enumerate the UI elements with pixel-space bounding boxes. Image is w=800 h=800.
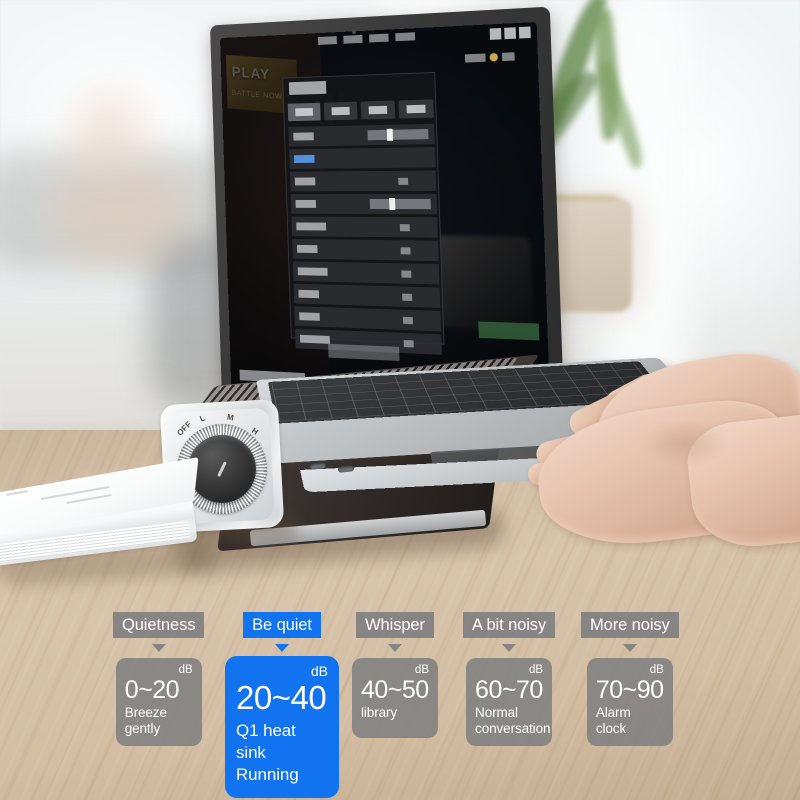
noise-description: Breeze gently	[124, 705, 167, 736]
noise-description: Alarm clock	[595, 705, 631, 736]
setting-value	[400, 247, 411, 255]
noise-column-quietness: Quietness dB 0~20 Breeze gently	[113, 612, 205, 746]
hud-text-block	[464, 53, 486, 63]
setting-row[interactable]	[292, 261, 440, 285]
dial-label-medium: M	[226, 412, 235, 423]
setting-value	[399, 224, 410, 232]
webcam-icon	[352, 29, 356, 35]
game-hud-top-right[interactable]	[489, 26, 531, 40]
hud-icon[interactable]	[504, 27, 517, 40]
noise-level-scale: Quietness dB 0~20 Breeze gently Be quiet…	[0, 612, 800, 800]
panel-setting-rows[interactable]	[288, 123, 442, 358]
noise-range: 20~40	[236, 679, 327, 716]
noise-chip-label[interactable]: A bit noisy	[463, 612, 556, 638]
setting-label	[293, 154, 315, 163]
noise-column-a-bit-noisy: A bit noisy dB 60~70 Normal conversation	[463, 612, 556, 746]
slider-thumb[interactable]	[386, 128, 393, 141]
setting-label	[299, 312, 320, 321]
hud-icon[interactable]	[518, 26, 531, 39]
noise-column-whisper: Whisper dB 40~50 library	[352, 612, 438, 738]
noise-chip-label[interactable]: More noisy	[581, 612, 679, 638]
setting-row[interactable]	[292, 238, 439, 262]
noise-chip-label[interactable]: Whisper	[356, 612, 434, 638]
setting-row[interactable]	[289, 147, 436, 169]
noise-chip-label[interactable]: Quietness	[113, 612, 205, 638]
panel-tab[interactable]	[323, 101, 358, 121]
panel-tab[interactable]	[398, 99, 434, 119]
setting-slider[interactable]	[369, 197, 431, 211]
setting-label	[295, 200, 317, 208]
hud-text-block	[343, 34, 363, 44]
hud-text-block	[317, 36, 337, 45]
hud-text-block	[395, 32, 416, 42]
setting-label	[296, 244, 318, 254]
slider-thumb[interactable]	[388, 197, 396, 211]
chevron-down-icon	[622, 644, 637, 652]
unit-label: dB	[178, 664, 193, 676]
setting-label	[296, 222, 327, 231]
setting-slider[interactable]	[367, 128, 429, 141]
hud-icon[interactable]	[489, 27, 502, 40]
noise-card[interactable]: dB 40~50 library	[352, 658, 438, 738]
setting-row[interactable]	[293, 283, 441, 308]
hud-text-block	[501, 52, 515, 62]
noise-description: library	[361, 705, 398, 720]
unit-label: dB	[528, 664, 544, 676]
unit-label: dB	[649, 664, 664, 676]
hud-text-block	[369, 33, 389, 43]
game-settings-panel[interactable]	[282, 71, 445, 355]
unit-label: dB	[414, 664, 429, 676]
setting-row[interactable]	[290, 193, 438, 215]
game-hud-bottom-right	[478, 321, 540, 341]
panel-tab[interactable]	[360, 100, 396, 120]
panel-title-block	[288, 80, 327, 95]
setting-label	[299, 334, 330, 344]
setting-value	[401, 270, 412, 278]
setting-value	[402, 316, 413, 325]
hand-shading	[640, 418, 730, 468]
setting-row[interactable]	[294, 306, 442, 332]
setting-value	[403, 340, 414, 348]
noise-column-be-quiet: Be quiet dB 20~40 Q1 heat sink Running	[225, 612, 339, 798]
product-marketing-image: PLAY BATTLE NOW	[0, 0, 800, 800]
unit-label: dB	[310, 663, 328, 679]
background-highlight-blur	[75, 95, 145, 175]
noise-card-active[interactable]: dB 20~40 Q1 heat sink Running	[225, 656, 339, 798]
chevron-down-icon	[151, 644, 166, 652]
setting-label	[298, 289, 320, 299]
noise-description: Q1 heat sink Running	[236, 721, 299, 784]
noise-range: 60~70	[475, 676, 543, 704]
setting-label	[297, 267, 328, 276]
chevron-down-icon	[502, 644, 517, 652]
noise-card[interactable]: dB 70~90 Alarm clock	[586, 658, 673, 746]
noise-description: Normal conversation	[475, 705, 551, 736]
laptop-screen: PLAY BATTLE NOW	[220, 22, 551, 406]
chevron-down-icon	[388, 644, 402, 652]
setting-label	[293, 132, 314, 141]
noise-chip-label[interactable]: Be quiet	[243, 612, 321, 638]
noise-range: 70~90	[595, 676, 664, 704]
noise-range: 0~20	[124, 676, 180, 704]
noise-card[interactable]: dB 0~20 Breeze gently	[115, 658, 202, 746]
setting-value	[398, 177, 409, 185]
setting-label	[294, 177, 316, 186]
chevron-down-icon	[275, 644, 289, 652]
setting-row[interactable]	[288, 123, 435, 147]
setting-row[interactable]	[291, 216, 438, 238]
coin-icon	[489, 52, 499, 62]
setting-value	[402, 293, 413, 301]
panel-tab[interactable]	[287, 102, 321, 122]
noise-column-more-noisy: More noisy dB 70~90 Alarm clock	[581, 612, 679, 746]
background-warm-blur	[60, 170, 180, 260]
setting-row[interactable]	[289, 170, 437, 192]
noise-range: 40~50	[361, 676, 429, 704]
noise-card[interactable]: dB 60~70 Normal conversation	[466, 658, 553, 746]
panel-tab-bar[interactable]	[287, 99, 434, 122]
